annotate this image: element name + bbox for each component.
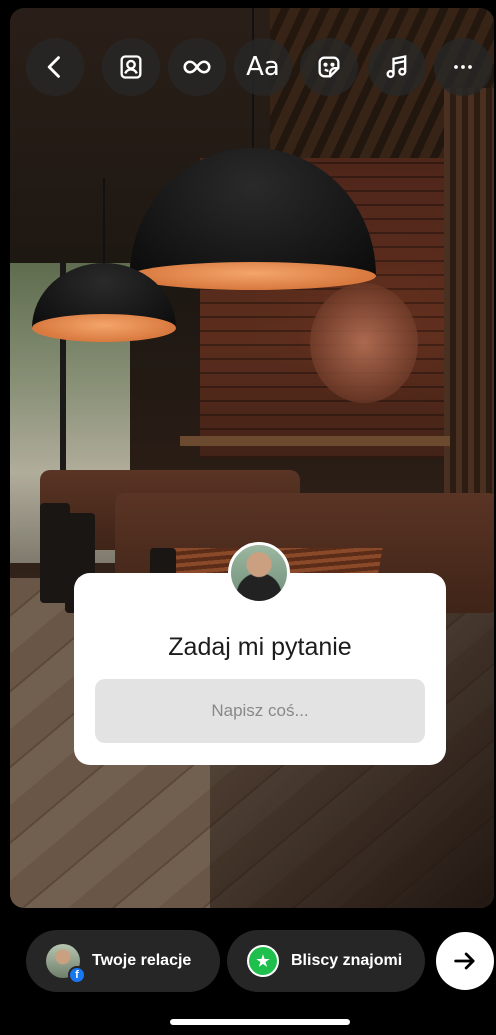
music-icon: [386, 55, 407, 79]
your-story-button[interactable]: f Twoje relacje: [26, 930, 220, 992]
close-friends-button[interactable]: ★ Bliscy znajomi: [227, 930, 425, 992]
question-answer-input[interactable]: Napisz coś...: [95, 679, 425, 743]
sticker-icon: [318, 56, 340, 78]
more-button[interactable]: [434, 38, 492, 96]
sticker-button[interactable]: [300, 38, 358, 96]
avatar: f: [46, 944, 86, 984]
star-icon: ★: [247, 945, 279, 977]
back-button[interactable]: [26, 38, 84, 96]
lamp-cord: [103, 178, 105, 263]
arrow-right-icon: [454, 952, 475, 970]
music-button[interactable]: [368, 38, 426, 96]
text-button[interactable]: Aa: [234, 38, 292, 96]
question-sticker-title: Zadaj mi pytanie: [168, 633, 352, 661]
profile-avatar: [228, 542, 290, 604]
facebook-icon: f: [68, 966, 86, 984]
more-icon: [454, 65, 472, 69]
mention-button[interactable]: [102, 38, 160, 96]
text-icon: Aa: [246, 52, 280, 82]
home-indicator: [170, 1019, 350, 1025]
close-friends-label: Bliscy znajomi: [291, 952, 403, 969]
send-button[interactable]: [436, 932, 494, 990]
your-story-label: Twoje relacje: [92, 952, 192, 969]
portrait-icon: [120, 55, 142, 79]
background-photo-sign: [310, 283, 418, 403]
story-canvas[interactable]: [10, 8, 494, 908]
boomerang-button[interactable]: [168, 38, 226, 96]
story-editor-toolbar: Aa: [0, 38, 496, 98]
background-photo-wood-panel: [444, 88, 494, 508]
background-photo-shelf: [180, 436, 450, 446]
infinity-icon: [183, 60, 211, 74]
chevron-left-icon: [47, 56, 60, 78]
share-bar: f Twoje relacje ★ Bliscy znajomi: [0, 908, 496, 1035]
